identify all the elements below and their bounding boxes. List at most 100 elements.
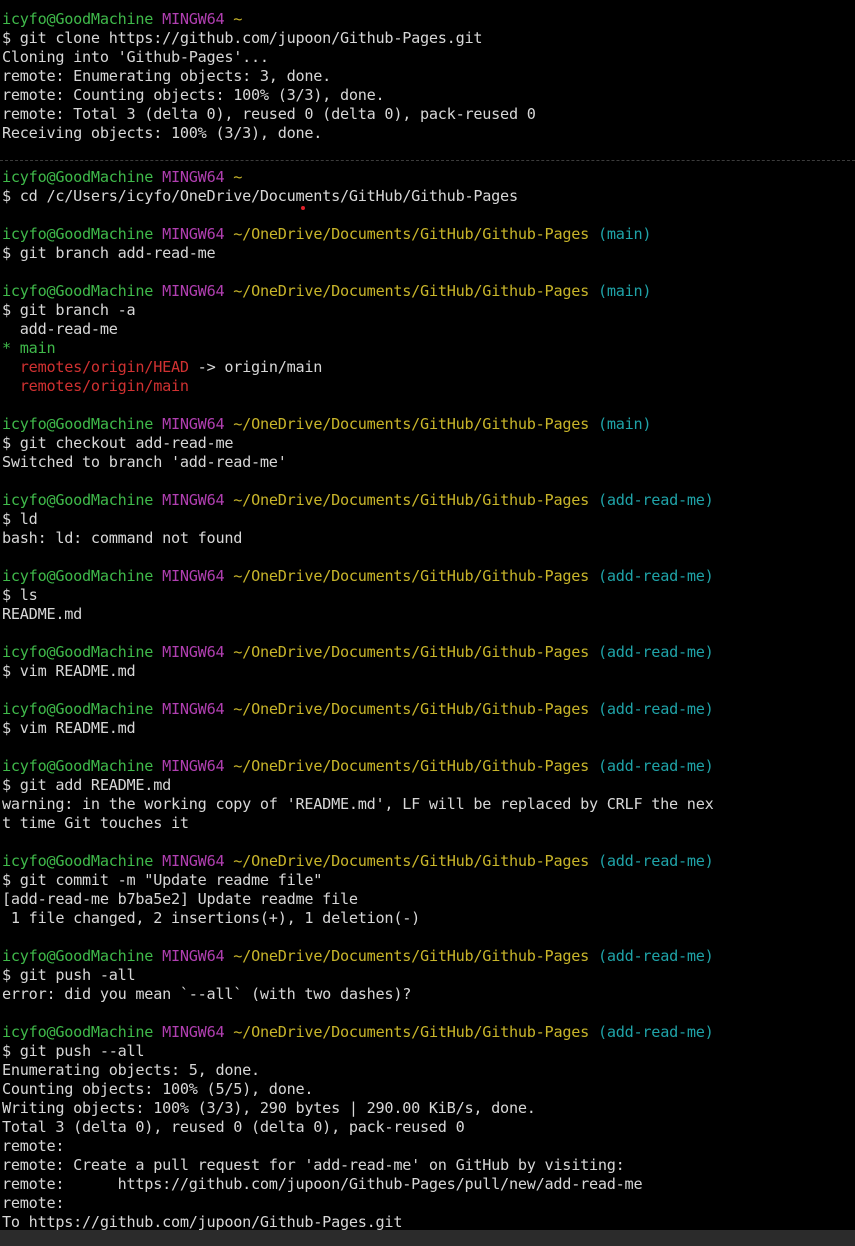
prompt-line: icyfo@GoodMachine MINGW64 ~/OneDrive/Doc… bbox=[0, 1023, 855, 1042]
prompt-branch: (add-read-me) bbox=[597, 567, 714, 585]
prompt-path: ~/OneDrive/Documents/GitHub/Github-Pages bbox=[233, 491, 590, 509]
command-line: $ git checkout add-read-me bbox=[2, 434, 234, 452]
prompt-line: icyfo@GoodMachine MINGW64 ~/OneDrive/Doc… bbox=[0, 947, 855, 966]
command-line: $ vim README.md bbox=[2, 662, 136, 680]
branch-list-item-remote-head: remotes/origin/HEAD -> origin/main bbox=[0, 358, 855, 377]
prompt-user: icyfo@GoodMachine bbox=[2, 757, 154, 775]
prompt-user: icyfo@GoodMachine bbox=[2, 947, 154, 965]
command-line: $ vim README.md bbox=[2, 719, 136, 737]
prompt-line: icyfo@GoodMachine MINGW64 ~/OneDrive/Doc… bbox=[0, 282, 855, 301]
output-line: remote: Enumerating objects: 3, done. bbox=[2, 67, 332, 85]
mouse-cursor-dot bbox=[301, 206, 305, 210]
output-line: [add-read-me b7ba5e2] Update readme file bbox=[2, 890, 358, 908]
remote-branch-name: remotes/origin/HEAD bbox=[2, 358, 189, 376]
prompt-user: icyfo@GoodMachine bbox=[2, 643, 154, 661]
prompt-path: ~/OneDrive/Documents/GitHub/Github-Pages bbox=[233, 643, 590, 661]
prompt-env: MINGW64 bbox=[162, 225, 225, 243]
branch-list-item-remote: remotes/origin/main bbox=[2, 377, 189, 395]
prompt-path: ~/OneDrive/Documents/GitHub/Github-Pages bbox=[233, 415, 590, 433]
prompt-line: icyfo@GoodMachine MINGW64 ~/OneDrive/Doc… bbox=[0, 757, 855, 776]
prompt-env: MINGW64 bbox=[162, 700, 225, 718]
prompt-user: icyfo@GoodMachine bbox=[2, 491, 154, 509]
prompt-branch: (add-read-me) bbox=[597, 947, 714, 965]
prompt-branch: (add-read-me) bbox=[597, 757, 714, 775]
prompt-path: ~ bbox=[233, 10, 243, 28]
output-line: remote: bbox=[2, 1137, 65, 1155]
prompt-branch: (main) bbox=[597, 225, 652, 243]
prompt-path: ~/OneDrive/Documents/GitHub/Github-Pages bbox=[233, 757, 590, 775]
terminal-session-main: icyfo@GoodMachine MINGW64 ~ $ cd /c/User… bbox=[0, 168, 855, 1230]
prompt-user: icyfo@GoodMachine bbox=[2, 1023, 154, 1041]
prompt-env: MINGW64 bbox=[162, 491, 225, 509]
prompt-line: icyfo@GoodMachine MINGW64 ~/OneDrive/Doc… bbox=[0, 491, 855, 510]
branch-list-item: add-read-me bbox=[2, 320, 118, 338]
command-line: $ git add README.md bbox=[2, 776, 171, 794]
prompt-user: icyfo@GoodMachine bbox=[2, 567, 154, 585]
prompt-path: ~/OneDrive/Documents/GitHub/Github-Pages bbox=[233, 947, 590, 965]
output-line: bash: ld: command not found bbox=[2, 529, 243, 547]
output-line: README.md bbox=[2, 605, 83, 623]
prompt-user: icyfo@GoodMachine bbox=[2, 225, 154, 243]
output-line: remote: Counting objects: 100% (3/3), do… bbox=[2, 86, 385, 104]
prompt-line: icyfo@GoodMachine MINGW64 ~ bbox=[0, 168, 855, 187]
terminal-session-clone: icyfo@GoodMachine MINGW64 ~ $ git clone … bbox=[0, 10, 855, 143]
prompt-line: icyfo@GoodMachine MINGW64 ~/OneDrive/Doc… bbox=[0, 225, 855, 244]
prompt-env: MINGW64 bbox=[162, 10, 225, 28]
command-line: $ git branch add-read-me bbox=[2, 244, 216, 262]
prompt-env: MINGW64 bbox=[162, 168, 225, 186]
prompt-path: ~/OneDrive/Documents/GitHub/Github-Pages bbox=[233, 225, 590, 243]
output-line: error: did you mean `--all` (with two da… bbox=[2, 985, 412, 1003]
prompt-path: ~ bbox=[233, 168, 243, 186]
prompt-user: icyfo@GoodMachine bbox=[2, 10, 154, 28]
command-line: $ git push --all bbox=[2, 1042, 145, 1060]
horizontal-scrollbar[interactable] bbox=[0, 1230, 855, 1246]
output-line: remote: bbox=[2, 1194, 65, 1212]
prompt-path: ~/OneDrive/Documents/GitHub/Github-Pages bbox=[233, 700, 590, 718]
prompt-branch: (add-read-me) bbox=[597, 852, 714, 870]
output-line: To https://github.com/jupoon/Github-Page… bbox=[2, 1213, 403, 1230]
prompt-path: ~/OneDrive/Documents/GitHub/Github-Pages bbox=[233, 567, 590, 585]
prompt-user: icyfo@GoodMachine bbox=[2, 852, 154, 870]
prompt-line: icyfo@GoodMachine MINGW64 ~/OneDrive/Doc… bbox=[0, 415, 855, 434]
output-line: remote: Total 3 (delta 0), reused 0 (del… bbox=[2, 105, 536, 123]
prompt-env: MINGW64 bbox=[162, 947, 225, 965]
prompt-user: icyfo@GoodMachine bbox=[2, 282, 154, 300]
output-line: Receiving objects: 100% (3/3), done. bbox=[2, 124, 323, 142]
output-line: Enumerating objects: 5, done. bbox=[2, 1061, 260, 1079]
output-line: Switched to branch 'add-read-me' bbox=[2, 453, 287, 471]
output-line: warning: in the working copy of 'README.… bbox=[2, 795, 714, 813]
prompt-branch: (main) bbox=[597, 415, 652, 433]
prompt-line: icyfo@GoodMachine MINGW64 ~/OneDrive/Doc… bbox=[0, 852, 855, 871]
command-line: $ git commit -m "Update readme file" bbox=[2, 871, 323, 889]
prompt-env: MINGW64 bbox=[162, 1023, 225, 1041]
prompt-branch: (add-read-me) bbox=[597, 1023, 714, 1041]
command-line: $ git clone https://github.com/jupoon/Gi… bbox=[2, 29, 483, 47]
prompt-line: icyfo@GoodMachine MINGW64 ~/OneDrive/Doc… bbox=[0, 700, 855, 719]
prompt-env: MINGW64 bbox=[162, 757, 225, 775]
output-line: t time Git touches it bbox=[2, 814, 189, 832]
prompt-line: icyfo@GoodMachine MINGW64 ~ bbox=[0, 10, 855, 29]
output-line: Counting objects: 100% (5/5), done. bbox=[2, 1080, 314, 1098]
prompt-path: ~/OneDrive/Documents/GitHub/Github-Pages bbox=[233, 852, 590, 870]
remote-branch-target: -> origin/main bbox=[188, 358, 323, 376]
command-line: $ git push -all bbox=[2, 966, 136, 984]
prompt-branch: (main) bbox=[597, 282, 652, 300]
prompt-env: MINGW64 bbox=[162, 282, 225, 300]
prompt-branch: (add-read-me) bbox=[597, 643, 714, 661]
prompt-env: MINGW64 bbox=[162, 852, 225, 870]
output-line: Writing objects: 100% (3/3), 290 bytes |… bbox=[2, 1099, 536, 1117]
prompt-user: icyfo@GoodMachine bbox=[2, 415, 154, 433]
prompt-line: icyfo@GoodMachine MINGW64 ~/OneDrive/Doc… bbox=[0, 567, 855, 586]
terminal-window[interactable]: icyfo@GoodMachine MINGW64 ~ $ git clone … bbox=[0, 0, 855, 1230]
output-line: 1 file changed, 2 insertions(+), 1 delet… bbox=[2, 909, 421, 927]
